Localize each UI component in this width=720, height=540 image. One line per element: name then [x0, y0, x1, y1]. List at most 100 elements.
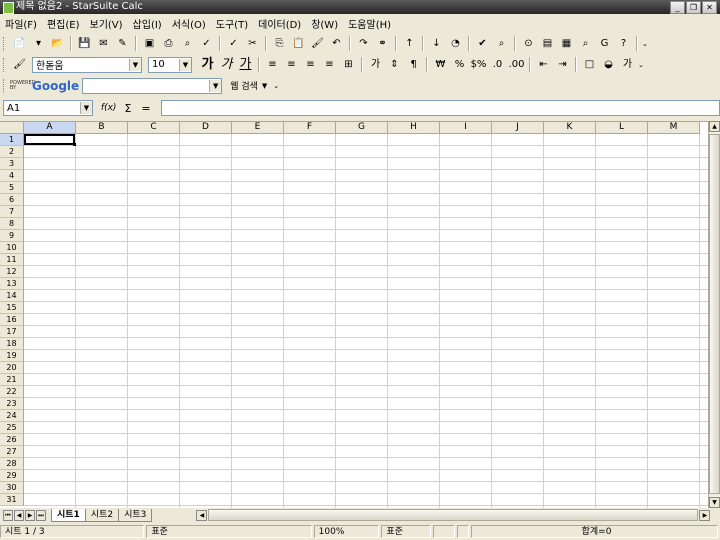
- row-header[interactable]: 13: [0, 278, 24, 290]
- menu-window[interactable]: 창(W): [306, 16, 343, 31]
- google-icon[interactable]: G: [597, 36, 612, 51]
- percent-icon[interactable]: %: [452, 57, 467, 72]
- next-sheet-button[interactable]: ▶: [25, 509, 35, 521]
- formula-input[interactable]: [160, 100, 720, 116]
- status-insert-mode[interactable]: 표준: [381, 525, 432, 538]
- menu-file[interactable]: 파일(F): [0, 16, 42, 31]
- column-header[interactable]: B: [76, 122, 128, 134]
- font-color-icon[interactable]: 가: [620, 57, 635, 72]
- function-button[interactable]: =: [141, 102, 150, 115]
- row-header[interactable]: 24: [0, 410, 24, 422]
- hyperlink-icon[interactable]: ⚭: [375, 36, 390, 51]
- scroll-down-button[interactable]: ▼: [709, 497, 720, 508]
- cell-grid[interactable]: [24, 134, 708, 508]
- find-replace-icon[interactable]: ⌕: [494, 36, 509, 51]
- google-search-input[interactable]: ▼: [82, 77, 223, 94]
- column-header[interactable]: K: [544, 122, 596, 134]
- column-header[interactable]: F: [284, 122, 336, 134]
- column-header[interactable]: G: [336, 122, 388, 134]
- column-header[interactable]: D: [180, 122, 232, 134]
- status-zoom[interactable]: 100%: [313, 525, 380, 538]
- background-color-icon[interactable]: ◒: [601, 57, 616, 72]
- format-paintbrush-icon[interactable]: 🖌: [310, 36, 325, 51]
- chevron-down-icon[interactable]: ▼: [129, 58, 141, 71]
- row-header[interactable]: 5: [0, 182, 24, 194]
- vertical-scroll-thumb[interactable]: [709, 134, 720, 494]
- open-icon[interactable]: 📂: [50, 36, 65, 51]
- toolbar-grip[interactable]: [3, 57, 7, 72]
- edit-file-icon[interactable]: ✎: [115, 36, 130, 51]
- select-all-corner[interactable]: [0, 122, 24, 134]
- row-header[interactable]: 31: [0, 494, 24, 506]
- scroll-up-button[interactable]: ▲: [709, 121, 720, 132]
- web-search-dropdown-icon[interactable]: ▼: [262, 82, 267, 90]
- toolbar-grip[interactable]: [3, 36, 7, 51]
- delete-decimal-icon[interactable]: .00: [509, 57, 525, 72]
- restore-button[interactable]: ❐: [686, 1, 701, 14]
- text-direction-icon[interactable]: ¶: [406, 57, 421, 72]
- menu-view[interactable]: 보기(V): [85, 16, 128, 31]
- row-header[interactable]: 30: [0, 482, 24, 494]
- row-header[interactable]: 7: [0, 206, 24, 218]
- font-size-select[interactable]: 10 ▼: [148, 56, 192, 73]
- column-header[interactable]: J: [492, 122, 544, 134]
- name-box[interactable]: A1 ▼: [3, 100, 93, 116]
- web-search-button[interactable]: 웹 검색: [230, 79, 258, 92]
- row-header[interactable]: 1: [0, 134, 24, 146]
- save-icon[interactable]: 💾: [77, 36, 92, 51]
- align-center-icon[interactable]: ≡: [284, 57, 299, 72]
- sum-button[interactable]: Σ: [124, 102, 131, 115]
- print-preview-icon[interactable]: ⌕: [180, 36, 195, 51]
- row-header[interactable]: 10: [0, 242, 24, 254]
- row-header[interactable]: 9: [0, 230, 24, 242]
- row-header[interactable]: 2: [0, 146, 24, 158]
- toolbar-more-icon[interactable]: ⌄: [642, 40, 648, 48]
- chevron-down-icon[interactable]: ▼: [209, 79, 222, 92]
- menu-insert[interactable]: 삽입(I): [128, 16, 167, 31]
- chart-icon[interactable]: ◔: [448, 36, 463, 51]
- column-header[interactable]: L: [596, 122, 648, 134]
- align-right-icon[interactable]: ≡: [303, 57, 318, 72]
- wrap-text-icon[interactable]: 가: [368, 57, 383, 72]
- row-header[interactable]: 26: [0, 434, 24, 446]
- row-header[interactable]: 8: [0, 218, 24, 230]
- row-header[interactable]: 3: [0, 158, 24, 170]
- gallery-icon[interactable]: ▤: [540, 36, 555, 51]
- row-header[interactable]: 6: [0, 194, 24, 206]
- vertical-text-icon[interactable]: ⇕: [387, 57, 402, 72]
- currency-icon[interactable]: ₩: [433, 57, 448, 72]
- row-header[interactable]: 19: [0, 350, 24, 362]
- sheet-tab[interactable]: 시트1: [51, 508, 86, 522]
- menu-help[interactable]: 도움말(H): [343, 16, 396, 31]
- first-sheet-button[interactable]: ⏮: [3, 509, 13, 521]
- column-header[interactable]: C: [128, 122, 180, 134]
- row-header[interactable]: 15: [0, 302, 24, 314]
- row-header[interactable]: 27: [0, 446, 24, 458]
- increase-indent-icon[interactable]: ⇥: [555, 57, 570, 72]
- paste-icon[interactable]: 📋: [291, 36, 306, 51]
- sort-descending-icon[interactable]: ↓: [429, 36, 444, 51]
- function-wizard-button[interactable]: f(x): [101, 103, 117, 113]
- column-header[interactable]: E: [232, 122, 284, 134]
- data-sources-icon[interactable]: ▦: [559, 36, 574, 51]
- redo-icon[interactable]: ↷: [356, 36, 371, 51]
- bold-button[interactable]: 가: [200, 57, 215, 72]
- menu-data[interactable]: 데이터(D): [253, 16, 306, 31]
- row-header[interactable]: 22: [0, 386, 24, 398]
- column-header[interactable]: A: [24, 122, 76, 134]
- align-left-icon[interactable]: ≡: [265, 57, 280, 72]
- row-header[interactable]: 23: [0, 398, 24, 410]
- column-header[interactable]: M: [648, 122, 700, 134]
- row-header[interactable]: 20: [0, 362, 24, 374]
- fill-handle[interactable]: [73, 143, 76, 146]
- last-sheet-button[interactable]: ⏭: [36, 509, 46, 521]
- horizontal-scroll-thumb[interactable]: [208, 509, 699, 521]
- justify-icon[interactable]: ≡: [322, 57, 337, 72]
- spellcheck-icon[interactable]: ✓: [199, 36, 214, 51]
- row-header[interactable]: 29: [0, 470, 24, 482]
- row-header[interactable]: 16: [0, 314, 24, 326]
- vertical-scrollbar[interactable]: ▲ ▼: [708, 121, 720, 508]
- row-header[interactable]: 4: [0, 170, 24, 182]
- sheet-tab[interactable]: 시트2: [84, 508, 120, 522]
- menu-edit[interactable]: 편집(E): [42, 16, 85, 31]
